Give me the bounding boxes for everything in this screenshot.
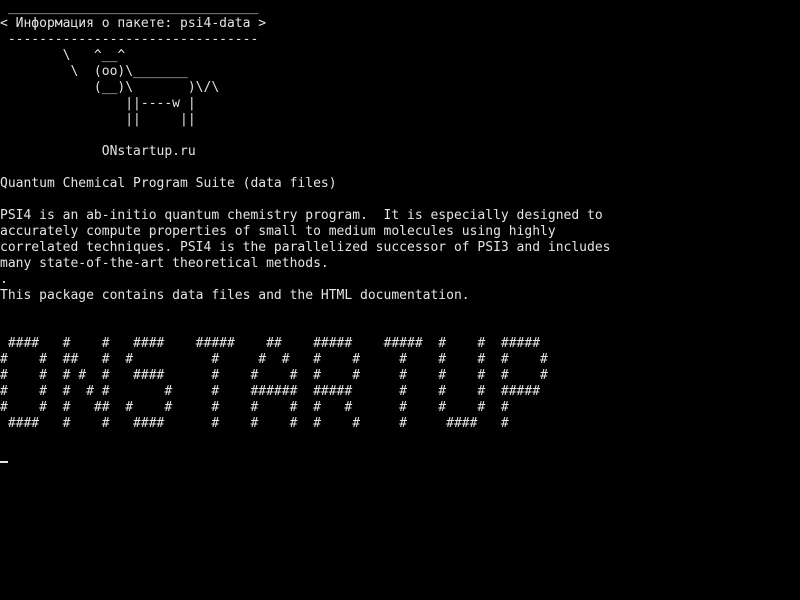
package-description: PSI4 is an ab-initio quantum chemistry p…	[0, 208, 611, 287]
package-note: This package contains data files and the…	[0, 288, 470, 303]
speech-bubble: ________________________________ < Инфор…	[0, 0, 267, 47]
terminal-cursor	[0, 461, 8, 463]
website-label: ONstartup.ru	[0, 144, 196, 159]
terminal-screen[interactable]: ________________________________ < Инфор…	[0, 0, 800, 600]
onstartup-banner: #### # # #### ##### ## ##### ##### # # #…	[0, 336, 548, 431]
cow-ascii-art: \ ^__^ \ (oo)\_______ (__)\ )\/\ ||----w…	[62, 48, 220, 127]
package-summary: Quantum Chemical Program Suite (data fil…	[0, 176, 337, 191]
